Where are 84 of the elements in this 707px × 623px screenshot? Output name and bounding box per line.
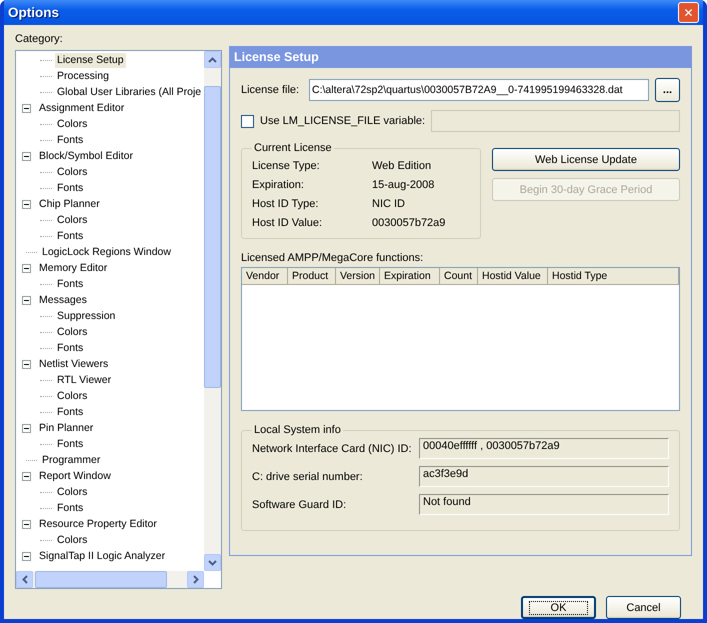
- tree-item[interactable]: Colors: [55, 212, 90, 228]
- tree-item[interactable]: Report Window: [37, 468, 113, 484]
- info-label: Software Guard ID:: [252, 498, 348, 510]
- collapse-icon[interactable]: [22, 424, 31, 432]
- column-header[interactable]: Hostid Type: [548, 268, 679, 284]
- dialog-button[interactable]: OK: [521, 596, 596, 619]
- collapse-icon[interactable]: [22, 152, 31, 160]
- window-title: Options: [8, 5, 59, 20]
- tree-item[interactable]: Fonts: [55, 132, 86, 148]
- tree-item[interactable]: Colors: [55, 484, 90, 500]
- checkbox-label: Use LM_LICENSE_FILE variable:: [260, 115, 426, 127]
- tree-item[interactable]: Colors: [55, 388, 90, 404]
- info-label: Network Interface Card (NIC) ID:: [252, 442, 413, 454]
- tree-item[interactable]: Colors: [55, 164, 90, 180]
- browse-button[interactable]: ...: [655, 78, 680, 102]
- column-header[interactable]: Version: [336, 268, 380, 284]
- tree-item[interactable]: Messages: [37, 292, 89, 308]
- info-label: License Type:: [252, 160, 321, 172]
- tree-item[interactable]: Pin Planner: [37, 420, 96, 436]
- tree-item[interactable]: Fonts: [55, 276, 86, 292]
- info-value: NIC ID: [372, 198, 405, 210]
- category-label: Category:: [15, 33, 64, 47]
- tree-item[interactable]: Memory Editor: [37, 260, 110, 276]
- collapse-icon[interactable]: [22, 296, 31, 304]
- column-header[interactable]: Vendor: [242, 268, 288, 284]
- tree-item[interactable]: Resource Property Editor: [37, 516, 159, 532]
- info-label: C: drive serial number:: [252, 470, 364, 482]
- info-value: 0030057b72a9: [372, 216, 446, 228]
- tree-item[interactable]: Colors: [55, 532, 90, 548]
- license-file-label: License file:: [241, 84, 300, 96]
- info-label: Expiration:: [252, 178, 305, 190]
- tree-item[interactable]: Chip Planner: [37, 196, 102, 212]
- scroll-down-icon[interactable]: [208, 560, 217, 566]
- info-value: 15-aug-2008: [372, 178, 434, 190]
- close-button[interactable]: ✕: [678, 2, 699, 23]
- info-field: ac3f3e9d: [419, 466, 669, 487]
- tree-item[interactable]: Fonts: [55, 436, 86, 452]
- collapse-icon[interactable]: [22, 520, 31, 528]
- dialog-button[interactable]: Cancel: [606, 596, 681, 619]
- info-label: Host ID Type:: [252, 198, 320, 210]
- tree-item[interactable]: Block/Symbol Editor: [37, 148, 135, 164]
- column-header[interactable]: Hostid Value: [478, 268, 548, 284]
- license-file-field[interactable]: C:\altera\72sp2\quartus\0030057B72A9__0-741995199463328.dat: [309, 79, 649, 101]
- column-header[interactable]: Expiration: [380, 268, 440, 284]
- checkbox[interactable]: [241, 114, 254, 128]
- tree-item[interactable]: Fonts: [55, 180, 86, 196]
- group-title: Local System info: [253, 424, 342, 436]
- table-title: Licensed AMPP/MegaCore functions:: [241, 252, 424, 264]
- info-field: Not found: [419, 494, 669, 515]
- tree-item[interactable]: Fonts: [55, 228, 86, 244]
- tree-item[interactable]: RTL Viewer: [55, 372, 114, 388]
- panel-header: License Setup: [230, 47, 691, 68]
- tree-item[interactable]: Programmer: [40, 452, 102, 468]
- scroll-right-icon[interactable]: [192, 575, 198, 584]
- column-header[interactable]: Product: [288, 268, 336, 284]
- info-value: Web Edition: [372, 160, 432, 172]
- tree-item[interactable]: LogicLock Regions Window: [40, 244, 173, 260]
- collapse-icon[interactable]: [22, 264, 31, 272]
- collapse-icon[interactable]: [22, 472, 31, 480]
- tree-item[interactable]: Suppression: [55, 308, 118, 324]
- scroll-up-icon[interactable]: [208, 56, 217, 62]
- tree-item[interactable]: Processing: [55, 68, 111, 84]
- tree-item[interactable]: License Setup: [55, 52, 126, 68]
- tree-item[interactable]: Assignment Editor: [37, 100, 126, 116]
- horizontal-scrollbar[interactable]: [16, 571, 204, 588]
- info-label: Host ID Value:: [252, 216, 324, 228]
- collapse-icon[interactable]: [22, 200, 31, 208]
- collapse-icon[interactable]: [22, 360, 31, 368]
- info-field: 00040effffff , 0030057b72a9: [419, 438, 669, 459]
- collapse-icon[interactable]: [22, 104, 31, 112]
- action-button[interactable]: Web License Update: [492, 148, 680, 171]
- tree-item[interactable]: SignalTap II Logic Analyzer: [37, 548, 168, 564]
- tree-item[interactable]: Colors: [55, 116, 90, 132]
- scroll-left-icon[interactable]: [22, 575, 28, 584]
- tree-item[interactable]: Colors: [55, 324, 90, 340]
- tree-item[interactable]: Fonts: [55, 340, 86, 356]
- tree-item[interactable]: Netlist Viewers: [37, 356, 110, 372]
- tree-item[interactable]: Global User Libraries (All Proje: [55, 84, 204, 100]
- group-title: Current License: [253, 142, 333, 154]
- column-header[interactable]: Count: [440, 268, 478, 284]
- tree-item[interactable]: Fonts: [55, 404, 86, 420]
- tree-item[interactable]: Fonts: [55, 500, 86, 516]
- collapse-icon[interactable]: [22, 552, 31, 560]
- vertical-scrollbar[interactable]: [204, 51, 221, 571]
